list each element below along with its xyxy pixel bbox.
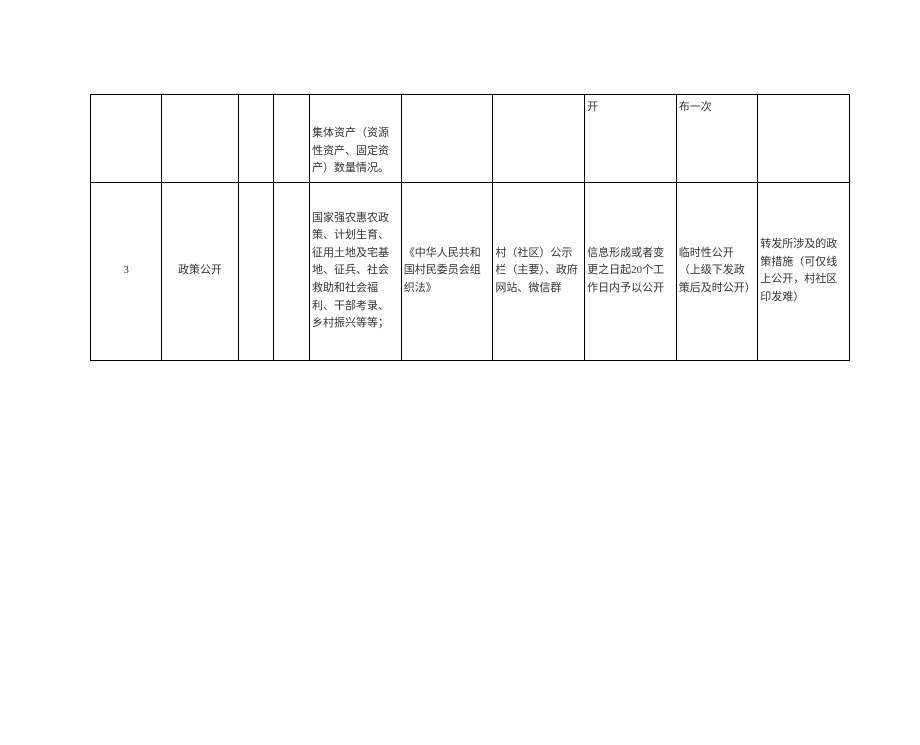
cell-note-partial bbox=[758, 95, 850, 183]
cell-content: 国家强农惠农政策、计划生育、征用土地及宅基地、征兵、社会救助和社会福利、干部考录… bbox=[310, 182, 402, 360]
cell-note: 转发所涉及的政策措施（可仅线上公开，村社区印发难） bbox=[758, 182, 850, 360]
cell-num-partial bbox=[91, 95, 162, 183]
cell-type-partial: 布一次 bbox=[676, 95, 758, 183]
cell-sub-partial bbox=[238, 95, 274, 183]
cell-basis: 《中华人民共和国村民委员会组织法》 bbox=[401, 182, 493, 360]
cell-item bbox=[274, 182, 310, 360]
cell-sub bbox=[238, 182, 274, 360]
table-row: 集体资产（资源性资产、固定资产）数量情况。 开 布一次 bbox=[91, 95, 850, 183]
cell-cat-partial bbox=[162, 95, 238, 183]
cell-content-partial: 集体资产（资源性资产、固定资产）数量情况。 bbox=[310, 95, 402, 183]
cell-time-partial: 开 bbox=[585, 95, 677, 183]
cell-num: 3 bbox=[91, 182, 162, 360]
table-row: 3 政策公开 国家强农惠农政策、计划生育、征用土地及宅基地、征兵、社会救助和社会… bbox=[91, 182, 850, 360]
cell-channel-partial bbox=[493, 95, 585, 183]
cell-time: 信息形成或者变更之日起20个工作日内予以公开 bbox=[585, 182, 677, 360]
cell-category: 政策公开 bbox=[162, 182, 238, 360]
cell-channel: 村（社区）公示栏（主要）、政府网站、微信群 bbox=[493, 182, 585, 360]
document-page: 集体资产（资源性资产、固定资产）数量情况。 开 布一次 3 政策公开 国家强农惠… bbox=[0, 94, 920, 745]
cell-item-partial bbox=[274, 95, 310, 183]
cell-type: 临时性公开（上级下发政策后及时公开） bbox=[676, 182, 758, 360]
cell-basis-partial bbox=[401, 95, 493, 183]
policy-table: 集体资产（资源性资产、固定资产）数量情况。 开 布一次 3 政策公开 国家强农惠… bbox=[90, 94, 850, 361]
